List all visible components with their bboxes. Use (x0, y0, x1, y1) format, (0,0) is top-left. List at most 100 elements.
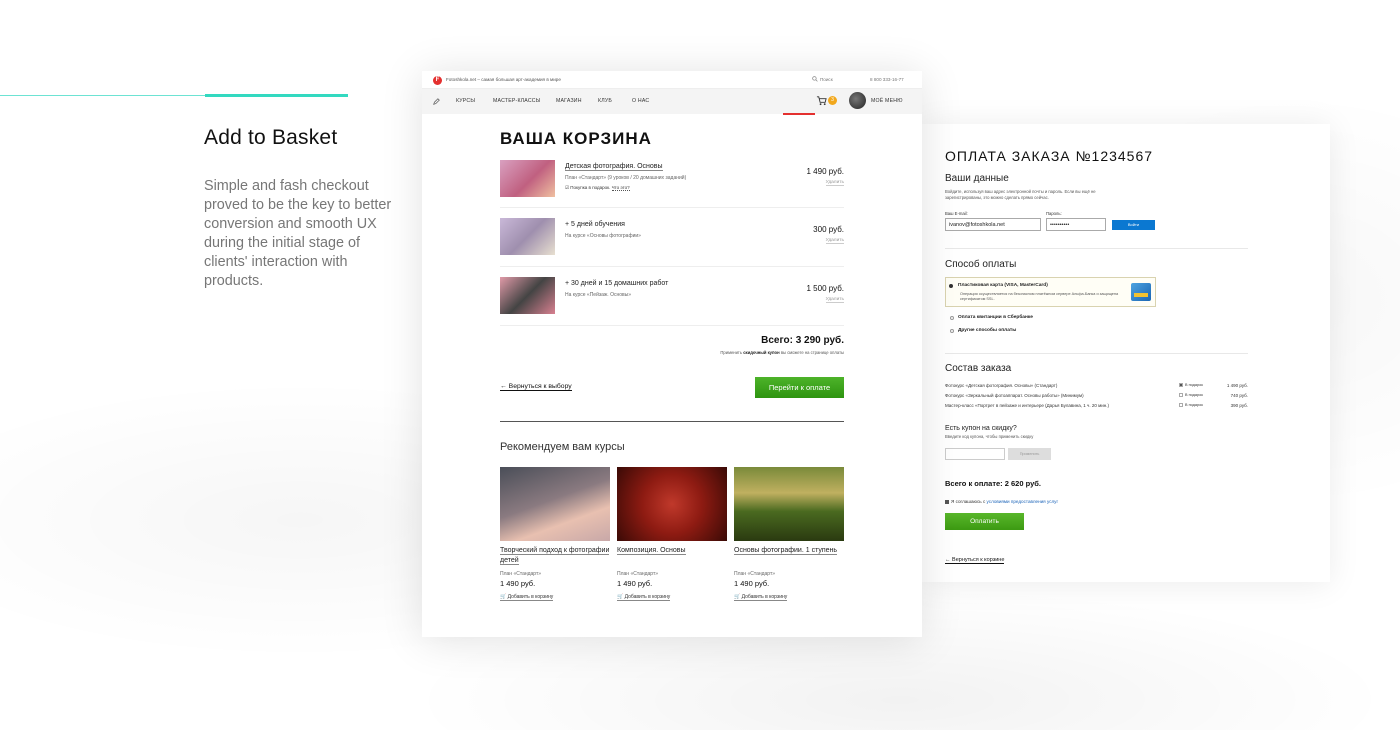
payment-total: Всего к оплате: 2 620 руб. (945, 479, 1041, 488)
course-name[interactable]: Основы фотографии. 1 ступень (734, 546, 844, 556)
card-option[interactable]: Пластиковая карта (VISA, MasterCard) Опе… (945, 277, 1156, 307)
order-item-price: 1 490 руб. (1226, 383, 1248, 388)
delete-link[interactable]: Удалить (825, 238, 844, 244)
cart-total: Всего: 3 290 руб. (761, 335, 844, 346)
phone-number: 8 800 333-16-77 (870, 77, 904, 82)
avatar[interactable] (849, 92, 866, 109)
agree-label: Я соглашаюсь с (951, 499, 986, 504)
cart-title: ВАША КОРЗИНА (500, 129, 652, 148)
order-row: Мастер-класс «Портрет в пейзаже и интерь… (945, 403, 1248, 411)
your-data-heading: Ваши данные (945, 173, 1009, 184)
card-option-description: Операция осуществляется на безопасном пл… (960, 292, 1119, 301)
nav-courses[interactable]: КУРСЫ (456, 98, 475, 104)
main-nav: КУРСЫ МАСТЕР-КЛАССЫ МАГАЗИН КЛУБ О НАС 3… (422, 89, 922, 114)
gift-label: В подарок (1185, 393, 1203, 397)
cart-item: + 5 дней обучения На курсе «Основы фотог… (500, 218, 844, 258)
nav-club[interactable]: КЛУБ (598, 98, 612, 104)
gift-checkbox[interactable] (1179, 393, 1183, 397)
order-item-name: Мастер-класс «Портрет в пейзаже и интерь… (945, 403, 1109, 408)
course-thumbnail[interactable] (500, 218, 555, 255)
proceed-to-payment-button[interactable]: Перейти к оплате (755, 377, 844, 398)
cart-item-plan: На курсе «Пейзаж. Основы» (565, 292, 632, 298)
gift-checkbox[interactable] (1179, 403, 1183, 407)
gift-label: Покупка в подарок. (570, 185, 611, 190)
order-item-name: Фотокурс «Детская фотография. Основы» (С… (945, 383, 1058, 388)
agree-text: Я соглашаюсь с условиями предоставления … (951, 499, 1058, 504)
tagline: Fotoshkola.net – самая большая арт-акаде… (446, 77, 561, 82)
password-label: Пароль: (1046, 211, 1062, 216)
divider (945, 248, 1248, 249)
terms-link[interactable]: условиями предоставления услуг (987, 499, 1059, 504)
accent-line-highlight (205, 94, 348, 97)
cart-page: F Fotoshkola.net – самая большая арт-ака… (422, 71, 922, 637)
cart-item: Детская фотография. Основы План «Стандар… (500, 160, 844, 200)
nav-shop[interactable]: МАГАЗИН (556, 98, 582, 104)
course-price: 1 490 руб. (617, 579, 653, 588)
order-heading: Состав заказа (945, 363, 1012, 374)
delete-link[interactable]: Удалить (825, 180, 844, 186)
add-to-cart-link[interactable]: 🛒 Добавить в корзину (734, 594, 788, 601)
gift-label: В подарок (1185, 403, 1203, 407)
delete-link[interactable]: Удалить (825, 297, 844, 303)
recommended-card: Основы фотографии. 1 ступень План «Станд… (734, 467, 845, 601)
other-option[interactable]: Другие способы оплаты (958, 328, 1016, 333)
login-note: Войдите, используя ваш адрес электронной… (945, 189, 1096, 200)
back-to-selection-link[interactable]: ← Вернуться к выбору (500, 383, 572, 391)
course-thumbnail[interactable] (500, 160, 555, 197)
sber-radio[interactable] (950, 316, 954, 320)
coupon-note-bold: скидочный купон (743, 350, 780, 355)
course-thumbnail[interactable] (500, 277, 555, 314)
search-label[interactable]: Поиск (820, 77, 833, 82)
apply-coupon-button[interactable]: Применить (1008, 448, 1051, 460)
password-field[interactable]: •••••••••• (1046, 218, 1106, 231)
cart-item: + 30 дней и 15 домашних работ На курсе «… (500, 277, 844, 317)
nav-about[interactable]: О НАС (632, 98, 649, 104)
divider (500, 421, 844, 422)
gift-label: В подарок (1185, 383, 1203, 387)
order-item-price: 740 руб. (1230, 393, 1248, 398)
pen-icon[interactable] (433, 98, 440, 105)
cart-count-badge: 3 (828, 96, 837, 105)
course-name[interactable]: Творческий подход к фотографии детей (500, 546, 610, 565)
course-image[interactable] (500, 467, 610, 541)
coupon-note: Применить скидочный купон вы сможете на … (720, 350, 844, 355)
agree-checkbox[interactable] (945, 500, 949, 504)
email-field[interactable]: ivanov@fotoshkola.net (945, 218, 1041, 231)
course-image[interactable] (734, 467, 844, 541)
cart-icon[interactable] (816, 95, 827, 106)
course-name-link[interactable]: Творческий подход к фотографии детей (500, 547, 610, 565)
pay-button[interactable]: Оплатить (945, 513, 1024, 530)
gift-checkbox[interactable] (1179, 383, 1183, 387)
sber-option[interactable]: Оплата квитанции в Сбербанке (958, 315, 1033, 320)
login-button[interactable]: Войти (1112, 220, 1155, 230)
course-name-link[interactable]: Композиция. Основы (617, 547, 686, 555)
course-price: 1 490 руб. (734, 579, 770, 588)
other-radio[interactable] (950, 329, 954, 333)
course-plan: План «Стандарт» (500, 571, 542, 577)
course-name[interactable]: Композиция. Основы (617, 546, 727, 556)
divider (500, 266, 844, 267)
coupon-heading: Есть купон на скидку? (945, 425, 1017, 432)
order-row: Фотокурс «Детская фотография. Основы» (С… (945, 383, 1248, 391)
course-name-link[interactable]: Основы фотографии. 1 ступень (734, 547, 838, 555)
section-description: Simple and fash checkout proved to be th… (204, 178, 392, 289)
logo[interactable]: F (433, 76, 442, 85)
gift-help-link[interactable]: Что это? (611, 185, 630, 191)
order-item-price: 390 руб. (1230, 403, 1248, 408)
course-plan: План «Стандарт» (734, 571, 776, 577)
nav-masterclasses[interactable]: МАСТЕР-КЛАССЫ (493, 98, 541, 104)
recommended-title: Рекомендуем вам курсы (500, 441, 625, 453)
cart-item-name[interactable]: Детская фотография. Основы (565, 163, 663, 171)
add-to-cart-link[interactable]: 🛒 Добавить в корзину (500, 594, 554, 601)
add-to-cart-label: Добавить в корзину (741, 594, 788, 600)
add-to-cart-link[interactable]: 🛒 Добавить в корзину (617, 594, 671, 601)
card-radio[interactable] (949, 284, 953, 288)
cart-item-price: 300 руб. (813, 225, 844, 234)
gift-option[interactable]: ☑ Покупка в подарок. Что это? (565, 185, 630, 191)
my-menu[interactable]: МОЁ МЕНЮ (871, 98, 903, 104)
search-icon[interactable] (812, 76, 818, 82)
back-to-cart-link[interactable]: ← Вернуться к корзине (945, 557, 1005, 564)
course-image[interactable] (617, 467, 727, 541)
coupon-input[interactable] (945, 448, 1005, 460)
cart-item-plan: На курсе «Основы фотографии» (565, 233, 641, 239)
